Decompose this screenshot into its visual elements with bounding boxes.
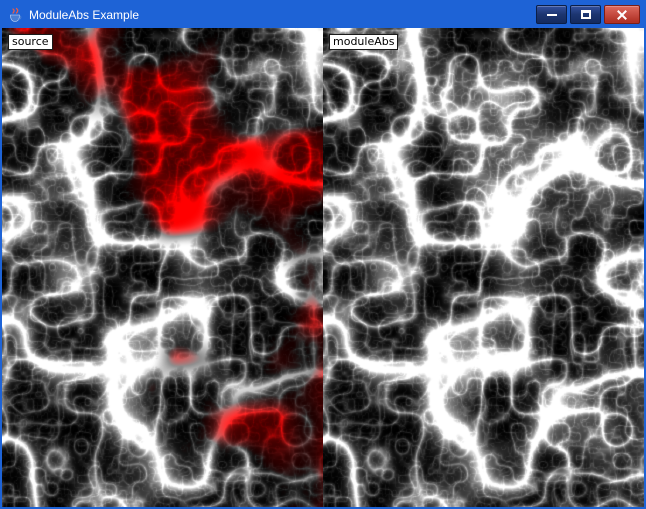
source-label: source bbox=[8, 34, 53, 50]
app-window: ModuleAbs Example source moduleAbs bbox=[0, 0, 646, 509]
moduleabs-label: moduleAbs bbox=[329, 34, 398, 50]
image-panels: source moduleAbs bbox=[2, 28, 644, 507]
close-button[interactable] bbox=[604, 5, 640, 24]
maximize-icon bbox=[581, 10, 591, 19]
minimize-button[interactable] bbox=[536, 5, 567, 24]
moduleabs-image bbox=[323, 28, 644, 507]
minimize-icon bbox=[547, 14, 557, 16]
java-coffee-cup-icon bbox=[7, 7, 23, 23]
close-icon bbox=[616, 9, 628, 21]
window-controls bbox=[536, 5, 640, 24]
maximize-button[interactable] bbox=[570, 5, 601, 24]
window-title: ModuleAbs Example bbox=[29, 8, 139, 22]
source-image bbox=[2, 28, 323, 507]
titlebar[interactable]: ModuleAbs Example bbox=[2, 2, 644, 28]
